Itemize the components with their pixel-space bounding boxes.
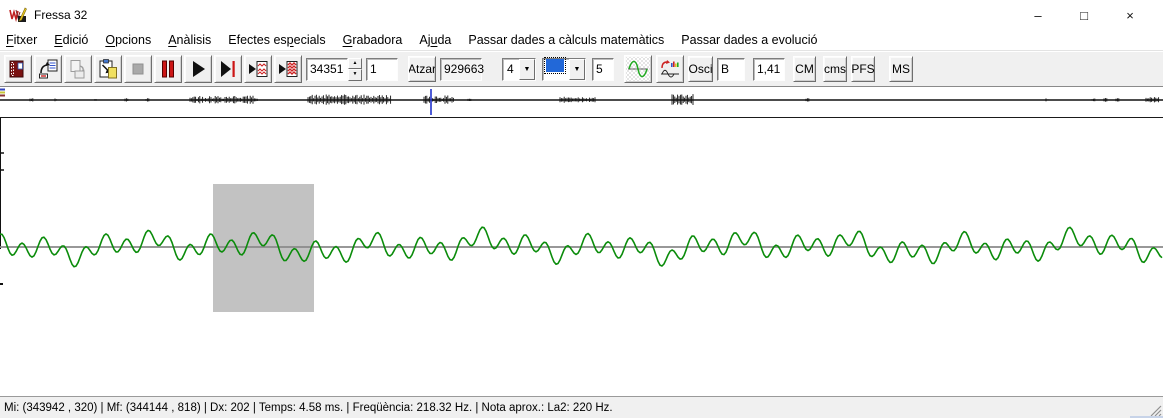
overview-strip[interactable] [0, 88, 1163, 117]
waveform-panel[interactable] [0, 117, 1163, 397]
sine-wave-icon [627, 58, 649, 80]
channel-combo[interactable]: 4 ▼ [502, 58, 536, 81]
app-window: Fressa 32 – □ × Fitxer Edició Opcions Anàli… [0, 0, 1163, 418]
copy-button[interactable] [64, 55, 92, 83]
title-bar: Fressa 32 – □ × [0, 0, 1163, 30]
paste-button[interactable] [94, 55, 122, 83]
pfs-button[interactable]: PFS [851, 56, 875, 82]
color-combo[interactable]: ▼ [542, 58, 586, 81]
length-display: 929663 [440, 58, 482, 81]
menu-item-passar-dades-calculs[interactable]: Passar dades a càlculs matemàtics [468, 33, 664, 47]
cms-button[interactable]: cms [823, 56, 847, 82]
menu-item-fitxer[interactable]: Fitxer [6, 33, 37, 47]
cm-button[interactable]: CM [793, 56, 816, 82]
toolbar: ▲ ▼ Atzar 929663 4 ▼ ▼ [0, 52, 1163, 87]
stop-button[interactable] [124, 55, 152, 83]
note-input[interactable] [717, 58, 745, 81]
zoom-input[interactable] [592, 58, 614, 81]
close-button[interactable]: × [1107, 0, 1153, 30]
maximize-button[interactable]: □ [1061, 0, 1107, 30]
play-selection-alt-button[interactable] [274, 55, 302, 83]
menu-bar: Fitxer Edició Opcions Anàlisis Efectes espec… [0, 30, 1163, 51]
window-controls: – □ × [1015, 0, 1153, 30]
menu-item-grabadora[interactable]: Grabadora [343, 33, 403, 47]
play-selection-button[interactable] [244, 55, 272, 83]
channel-combo-value: 4 [503, 59, 519, 80]
import-button[interactable] [34, 55, 62, 83]
file-icon [7, 58, 29, 80]
play-button[interactable] [184, 55, 212, 83]
play-selection-alt-icon [277, 58, 299, 80]
pause-button[interactable] [154, 55, 182, 83]
status-bar: Mi: (343942 , 320) | Mf: (344144 , 818) … [0, 396, 1163, 418]
paste-icon [97, 58, 119, 80]
spectrum-chart-icon [659, 58, 681, 80]
menu-item-edicio[interactable]: Edició [54, 33, 88, 47]
status-text: Mi: (343942 , 320) | Mf: (344144 , 818) … [4, 402, 613, 414]
play-to-cursor-button[interactable] [214, 55, 242, 83]
position-input[interactable] [306, 58, 348, 81]
wave-display-toggle[interactable] [624, 55, 652, 83]
copy-icon-disabled [67, 58, 89, 80]
count-input[interactable] [366, 58, 398, 81]
play-to-cursor-icon [217, 58, 239, 80]
position-spin-buttons: ▲ ▼ [348, 58, 362, 81]
window-title: Fressa 32 [34, 8, 87, 22]
overview-waveform [0, 88, 1163, 117]
minimize-button[interactable]: – [1015, 0, 1061, 30]
play-selection-icon [247, 58, 269, 80]
open-file-button[interactable] [4, 55, 32, 83]
play-icon [187, 58, 209, 80]
factor-input[interactable] [753, 58, 785, 81]
spectrum-button[interactable] [656, 55, 684, 83]
position-spinner: ▲ ▼ [306, 58, 362, 81]
spin-up-icon[interactable]: ▲ [348, 58, 362, 70]
osci-button[interactable]: Osci [688, 56, 713, 82]
menu-item-efectes-especials[interactable]: Efectes especials [228, 33, 325, 47]
import-icon [37, 58, 59, 80]
atzar-button[interactable]: Atzar [408, 56, 436, 82]
menu-item-passar-dades-evolucio[interactable]: Passar dades a evolució [681, 33, 817, 47]
app-logo-icon [9, 7, 27, 23]
selection-region[interactable] [213, 184, 314, 312]
ms-button[interactable]: MS [889, 56, 913, 82]
main-waveform [0, 118, 1163, 397]
color-swatch [546, 59, 564, 72]
stop-icon-disabled [127, 58, 149, 80]
menu-item-analisis[interactable]: Anàlisis [168, 33, 211, 47]
menu-item-ajuda[interactable]: Ajuda [419, 33, 451, 47]
menu-item-opcions[interactable]: Opcions [105, 33, 151, 47]
spin-down-icon[interactable]: ▼ [348, 69, 362, 81]
chevron-down-icon[interactable]: ▼ [519, 59, 535, 80]
chevron-down-icon[interactable]: ▼ [569, 59, 585, 80]
pause-icon [157, 58, 179, 80]
